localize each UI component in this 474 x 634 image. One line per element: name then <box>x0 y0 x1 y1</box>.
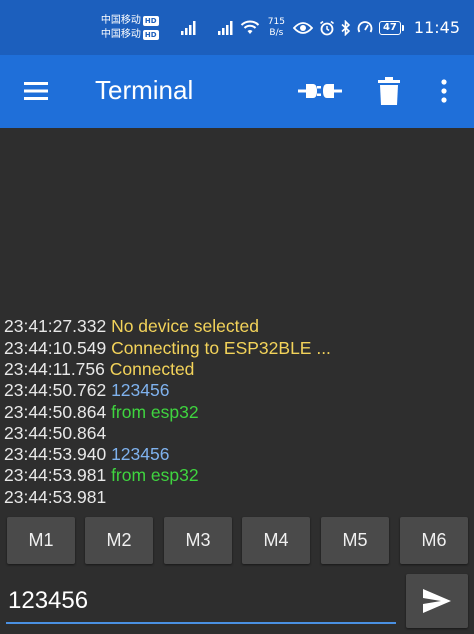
macro-button-m2[interactable]: M2 <box>85 517 153 564</box>
macro-button-m3[interactable]: M3 <box>164 517 232 564</box>
log-line: 23:44:53.940 123456 <box>4 444 474 465</box>
log-message: from esp32 <box>111 401 199 422</box>
log-timestamp: 23:44:53.940 <box>4 444 107 465</box>
app-bar: Terminal <box>0 55 474 128</box>
status-clock: 11:45 <box>413 18 460 37</box>
carrier-name-2: 中国移动 <box>100 28 141 40</box>
log-timestamp: 23:44:53.981 <box>4 486 107 507</box>
log-line: 23:44:53.981 from esp32 <box>4 465 474 486</box>
log-timestamp: 23:44:10.549 <box>4 337 107 358</box>
more-options-button[interactable] <box>434 75 454 107</box>
log-line: 23:41:27.332 No device selected <box>4 316 474 337</box>
log-line: 23:44:53.981 <box>4 487 474 508</box>
status-bar: 中国移动 HD 中国移动 HD 5G 4G 715 B/s 47 11:45 <box>0 0 474 55</box>
network-speed: 715 B/s <box>268 17 285 39</box>
send-button[interactable] <box>406 574 468 628</box>
input-row <box>0 572 474 634</box>
plug-connect-icon <box>298 84 342 98</box>
log-timestamp: 23:44:11.756 <box>4 358 105 379</box>
hamburger-menu-icon <box>24 82 48 100</box>
page-title: Terminal <box>95 75 194 105</box>
log-timestamp: 23:41:27.332 <box>4 316 107 337</box>
log-message: from esp32 <box>111 465 199 486</box>
battery-indicator: 47 <box>378 20 404 35</box>
speed-unit: B/s <box>269 27 284 38</box>
macro-button-m5[interactable]: M5 <box>321 517 389 564</box>
menu-button[interactable] <box>22 78 52 104</box>
macro-button-m4[interactable]: M4 <box>242 517 310 564</box>
signal-icon <box>217 20 234 35</box>
log-line: 23:44:11.756 Connected <box>4 359 474 380</box>
macro-button-m6[interactable]: M6 <box>400 517 468 564</box>
more-vertical-icon <box>441 79 447 103</box>
speed-value: 715 <box>267 16 285 27</box>
eye-icon <box>292 21 313 35</box>
log-line: 23:44:10.549 Connecting to ESP32BLE ... <box>4 338 474 359</box>
macro-button-m1[interactable]: M1 <box>7 517 75 564</box>
terminal-log[interactable]: 23:41:27.332 No device selected 23:44:10.… <box>0 128 474 510</box>
log-message: Connecting to ESP32BLE ... <box>111 337 331 358</box>
carrier-name-1: 中国移动 <box>100 14 141 26</box>
log-timestamp: 23:44:50.864 <box>4 422 107 443</box>
carrier-info: 中国移动 HD 中国移动 HD <box>101 14 159 42</box>
hd-badge-1: HD <box>142 15 159 26</box>
battery-tip <box>401 24 404 31</box>
log-line: 23:44:50.864 from esp32 <box>4 402 474 423</box>
log-line: 23:44:50.864 <box>4 423 474 444</box>
connect-button[interactable] <box>298 75 342 107</box>
hd-badge-2: HD <box>142 29 159 40</box>
log-message: Connected <box>109 358 195 379</box>
send-icon <box>423 589 451 613</box>
alarm-icon <box>319 20 335 36</box>
bluetooth-icon <box>341 19 351 36</box>
log-message: 123456 <box>111 380 170 401</box>
trash-icon <box>378 77 400 105</box>
battery-level: 47 <box>378 20 401 35</box>
log-message: No device selected <box>111 316 259 337</box>
clear-button[interactable] <box>376 74 402 108</box>
log-timestamp: 23:44:53.981 <box>4 465 107 486</box>
speedometer-icon <box>357 20 373 36</box>
log-message: 123456 <box>111 444 170 465</box>
signal-icon <box>181 20 197 35</box>
log-line: 23:44:50.762 123456 <box>4 380 474 401</box>
send-text-input[interactable] <box>6 580 396 624</box>
wifi-icon <box>240 20 260 35</box>
macro-bar: M1 M2 M3 M4 M5 M6 <box>0 510 474 572</box>
log-timestamp: 23:44:50.762 <box>4 380 107 401</box>
log-timestamp: 23:44:50.864 <box>4 401 107 422</box>
